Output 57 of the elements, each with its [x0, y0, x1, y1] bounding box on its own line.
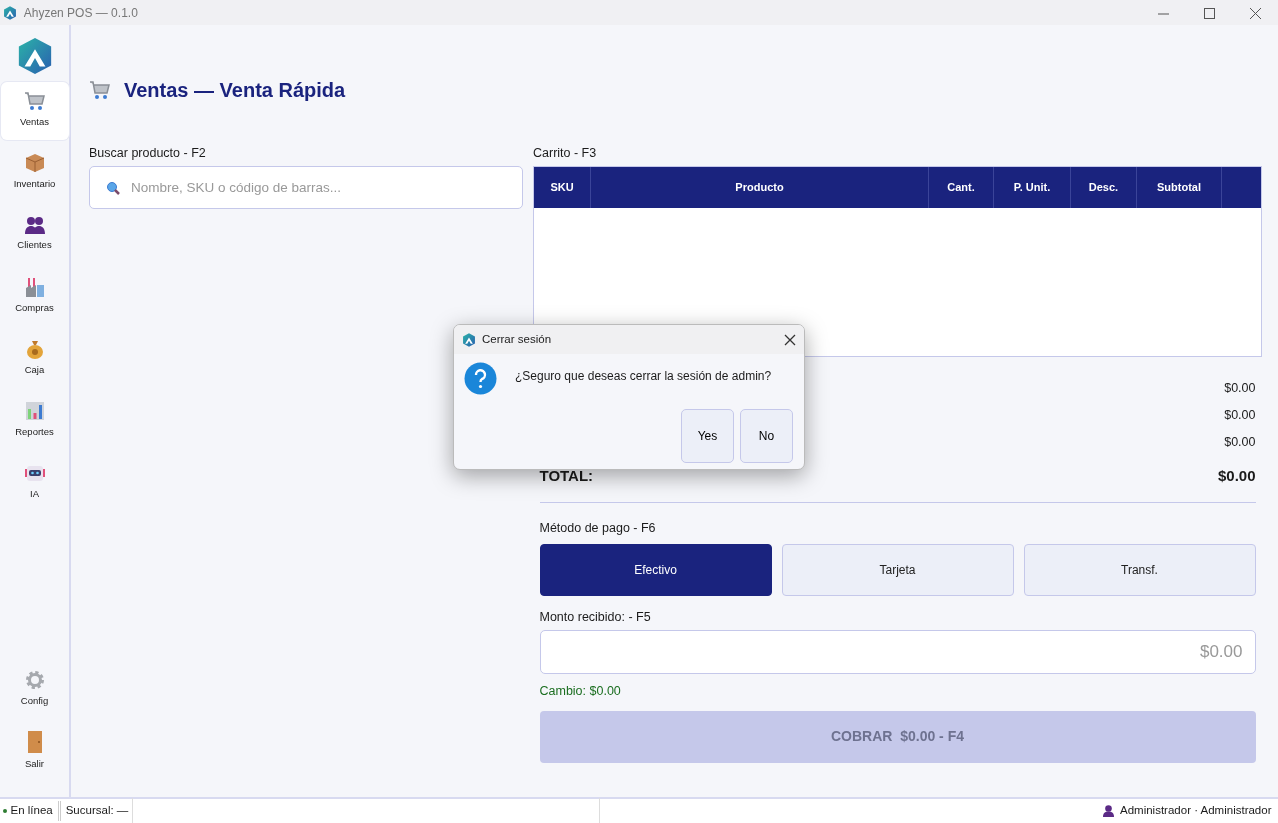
window-title: Ahyzen POS — 0.1.0	[23, 4, 138, 22]
total-label: TOTAL:	[539, 466, 594, 487]
search-label: Buscar producto - F2	[89, 145, 207, 162]
sidebar-item[interactable]: Ventas	[0, 81, 69, 140]
sidebar-item[interactable]: Compras	[0, 267, 69, 326]
amount-field[interactable]: $0.00	[539, 630, 1256, 674]
total-amount: $0.00	[1224, 406, 1256, 424]
dialog-button[interactable]: Yes	[681, 409, 734, 463]
column-header[interactable]: P. Unit.	[994, 167, 1071, 208]
change-text: Cambio: $0.00	[539, 683, 622, 700]
cart-icon	[23, 91, 46, 112]
cart-label: Carrito - F3	[533, 145, 598, 162]
column-header[interactable]: SKU	[534, 167, 591, 208]
page-title: Ventas — Venta Rápida	[124, 78, 346, 103]
close-icon	[784, 333, 796, 346]
sidebar-item[interactable]: IA	[0, 453, 69, 512]
user-icon	[1102, 805, 1114, 817]
logo-icon	[3, 5, 18, 20]
cart-icon	[89, 80, 111, 101]
total-amount: $0.00	[1224, 380, 1256, 397]
amount-label: Monto recibido: - F5	[539, 609, 652, 626]
factory-icon	[24, 277, 45, 298]
user-status: Administrador · Administrador	[1120, 803, 1272, 819]
total-value: $0.00	[1217, 466, 1256, 487]
payment-method-button[interactable]: Efectivo	[539, 544, 772, 596]
search-icon	[106, 181, 120, 195]
dialog-button[interactable]: No	[740, 409, 793, 463]
column-header[interactable]: Cant.	[929, 167, 994, 208]
sidebar-item[interactable]: Clientes	[0, 205, 69, 264]
payment-method-button[interactable]: Transf.	[1023, 544, 1256, 596]
bar-chart-icon	[24, 401, 45, 422]
box-icon	[24, 153, 45, 174]
robot-icon	[24, 463, 45, 484]
dialog-message: ¿Seguro que deseas cerrar la sesión de admin?	[515, 367, 772, 385]
gear-icon	[24, 669, 45, 690]
column-header[interactable]: Desc.	[1071, 167, 1137, 208]
sidebar-item[interactable]: Caja	[0, 329, 69, 388]
close-icon	[1249, 7, 1261, 19]
people-icon	[24, 216, 45, 235]
payment-method-button[interactable]: Tarjeta	[781, 544, 1014, 596]
logo-icon	[462, 332, 476, 347]
column-header[interactable]: Subtotal	[1137, 167, 1222, 208]
connection-status: En línea	[10, 803, 53, 819]
sidebar-item[interactable]: Reportes	[0, 391, 69, 450]
search-field[interactable]: Nombre, SKU o código de barras...	[89, 166, 523, 209]
dialog-title: Cerrar sesión	[482, 331, 552, 347]
door-icon	[27, 730, 42, 753]
total-amount: $0.00	[1224, 433, 1256, 451]
sidebar-item[interactable]: Inventario	[0, 143, 69, 202]
payment-label: Método de pago - F6	[539, 519, 657, 537]
maximize-icon	[1203, 7, 1215, 19]
sidebar-item[interactable]: Salir	[0, 722, 69, 780]
sidebar-item[interactable]: Config	[0, 660, 69, 718]
money-bag-icon	[24, 339, 45, 360]
branch-status: Sucursal: —	[65, 803, 129, 819]
question-icon	[464, 362, 497, 395]
column-header[interactable]: Producto	[591, 167, 929, 208]
